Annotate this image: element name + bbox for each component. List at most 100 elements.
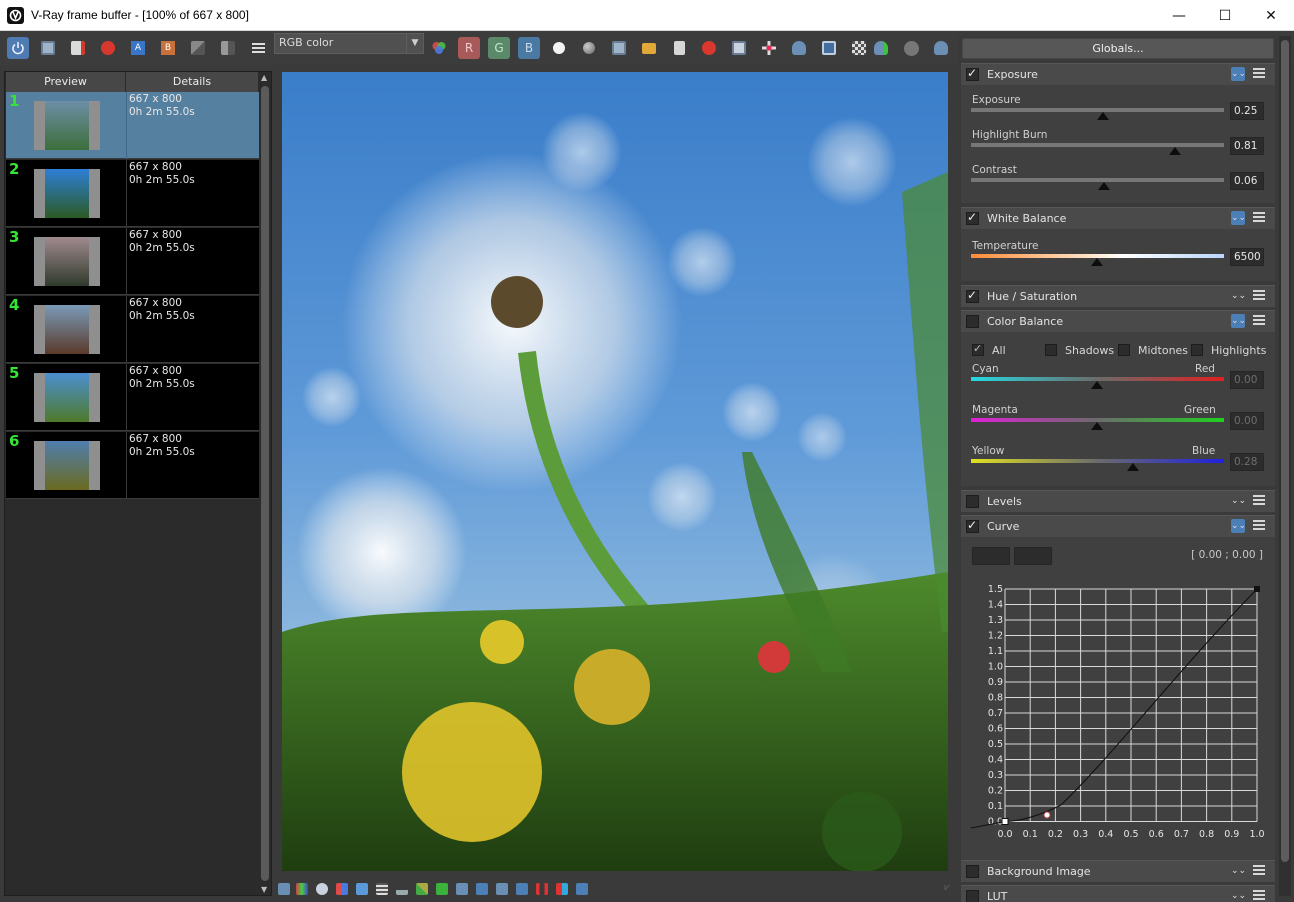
levels-icon[interactable]	[376, 883, 388, 895]
channel-dropdown[interactable]: RGB color ▼	[274, 33, 424, 54]
frame-icon[interactable]	[456, 883, 468, 895]
info-icon[interactable]	[316, 883, 328, 895]
pixel-aspect-icon[interactable]	[496, 883, 508, 895]
menu-icon[interactable]	[1253, 212, 1265, 224]
menu-icon[interactable]	[1253, 890, 1265, 902]
menu-icon[interactable]	[1253, 68, 1265, 80]
menu-icon[interactable]	[1253, 290, 1265, 302]
history-row[interactable]: 5 667 x 800 0h 2m 55.0s	[6, 364, 259, 431]
clear-channel-button[interactable]	[698, 37, 720, 59]
exposure-section-header[interactable]: Exposure ⌄⌄	[961, 63, 1275, 85]
render-button[interactable]	[870, 37, 892, 59]
menu-icon[interactable]	[1253, 520, 1265, 532]
column-details[interactable]: Details	[126, 72, 259, 92]
curve-point-end[interactable]	[1254, 586, 1260, 592]
view-alpha-button[interactable]	[548, 37, 570, 59]
test-resolution-button[interactable]	[848, 37, 870, 59]
hue-saturation-section-header[interactable]: Hue / Saturation ⌄⌄	[961, 285, 1275, 307]
history-row[interactable]: 3 667 x 800 0h 2m 55.0s	[6, 228, 259, 295]
expand-icon[interactable]: ⌄⌄	[1231, 289, 1246, 303]
expand-icon[interactable]: ⌄⌄	[1231, 864, 1246, 878]
lut-icon[interactable]	[336, 883, 348, 895]
compare-vertical-button[interactable]	[217, 37, 239, 59]
red-channel-button[interactable]: R	[458, 37, 480, 59]
expand-icon[interactable]: ⌄⌄	[1231, 889, 1246, 902]
region-render-button[interactable]	[788, 37, 810, 59]
history-row[interactable]: 1 667 x 800 0h 2m 55.0s	[6, 92, 259, 159]
temperature-value-field[interactable]: 6500	[1230, 248, 1264, 266]
contrast-value-field[interactable]: 0.06	[1230, 172, 1264, 190]
panel-scrollbar[interactable]	[1279, 36, 1291, 896]
color-balance-enable-checkbox[interactable]	[966, 315, 979, 328]
save-image-button[interactable]	[37, 37, 59, 59]
monochrome-button[interactable]	[578, 37, 600, 59]
yellow-blue-slider[interactable]	[971, 459, 1224, 463]
interactive-render-button[interactable]	[7, 37, 29, 59]
compare-a-button[interactable]: A	[127, 37, 149, 59]
shadows-checkbox[interactable]	[1045, 344, 1057, 356]
history-scrollbar[interactable]: ▲ ▼	[259, 72, 271, 895]
white-balance-enable-checkbox[interactable]	[966, 210, 979, 225]
lut-section-header[interactable]: LUT ⌄⌄	[961, 885, 1275, 902]
compare-icon[interactable]	[556, 883, 568, 895]
collapse-icon[interactable]: ⌄⌄	[1231, 211, 1246, 225]
curve-point-start[interactable]	[1001, 818, 1009, 825]
history-row[interactable]: 4 667 x 800 0h 2m 55.0s	[6, 296, 259, 363]
midtones-checkbox[interactable]	[1118, 344, 1130, 356]
curve-section-header[interactable]: Curve ⌄⌄	[961, 515, 1275, 537]
curve-icon[interactable]	[416, 883, 428, 895]
highlight-burn-value-field[interactable]: 0.81	[1230, 137, 1264, 155]
menu-icon[interactable]	[1253, 865, 1265, 877]
histogram-icon[interactable]	[396, 883, 408, 895]
duplicate-to-vfb-button[interactable]	[668, 37, 690, 59]
all-checkbox[interactable]	[972, 342, 984, 356]
bucket-icon[interactable]	[536, 883, 548, 895]
highlights-checkbox[interactable]	[1191, 344, 1203, 356]
hue-saturation-enable-checkbox[interactable]	[966, 288, 979, 303]
history-row[interactable]: 6 667 x 800 0h 2m 55.0s	[6, 432, 259, 499]
expand-icon[interactable]: ⌄⌄	[1231, 494, 1246, 508]
menu-icon[interactable]	[1253, 315, 1265, 327]
collapse-icon[interactable]: ⌄⌄	[1231, 67, 1246, 81]
render-last-button[interactable]	[930, 37, 952, 59]
highlight-burn-slider[interactable]	[971, 143, 1224, 147]
stamp-icon[interactable]	[476, 883, 488, 895]
curve-load-button[interactable]	[972, 547, 1010, 565]
collapse-icon[interactable]: ⌄⌄	[1231, 314, 1246, 328]
color-balance-section-header[interactable]: Color Balance ⌄⌄	[961, 310, 1275, 332]
compare-horizontal-button[interactable]	[187, 37, 209, 59]
curve-enable-checkbox[interactable]	[966, 518, 979, 533]
background-image-enable-checkbox[interactable]	[966, 865, 979, 878]
white-balance-section-header[interactable]: White Balance ⌄⌄	[961, 207, 1275, 229]
history-menu-button[interactable]	[247, 37, 269, 59]
blue-channel-button[interactable]: B	[518, 37, 540, 59]
green-channel-button[interactable]: G	[488, 37, 510, 59]
follow-mouse-button[interactable]	[758, 37, 780, 59]
load-image-button[interactable]	[67, 37, 89, 59]
levels-section-header[interactable]: Levels ⌄⌄	[961, 490, 1275, 512]
contrast-slider-knob[interactable]	[1098, 182, 1110, 190]
background-image-section-header[interactable]: Background Image ⌄⌄	[961, 860, 1275, 882]
tiles-icon[interactable]	[576, 883, 588, 895]
history-row[interactable]: 2 667 x 800 0h 2m 55.0s	[6, 160, 259, 227]
yellow-blue-value-field[interactable]: 0.28	[1230, 453, 1264, 471]
highlight-burn-slider-knob[interactable]	[1169, 147, 1181, 155]
magenta-green-value-field[interactable]: 0.00	[1230, 412, 1264, 430]
lens-effects-button[interactable]	[818, 37, 840, 59]
temperature-slider-knob[interactable]	[1091, 258, 1103, 266]
stereo-icon[interactable]	[516, 883, 528, 895]
curve-graph[interactable]: 1.5 1.4 1.3 1.2 1.1 1.0 0.9 0.8 0.7 0.6 …	[961, 577, 1275, 847]
minimize-button[interactable]: —	[1156, 0, 1202, 31]
stop-render-button[interactable]	[900, 37, 922, 59]
resize-grip-icon[interactable]: ⩗	[944, 882, 950, 893]
exposure-slider-knob[interactable]	[1097, 112, 1109, 120]
color-clamp-icon[interactable]	[296, 883, 308, 895]
history-scroll-thumb[interactable]	[261, 86, 269, 881]
clear-image-button[interactable]	[97, 37, 119, 59]
color-channels-button[interactable]	[428, 37, 450, 59]
panel-scroll-thumb[interactable]	[1281, 40, 1289, 862]
exposure-enable-checkbox[interactable]	[966, 66, 979, 81]
cyan-red-value-field[interactable]: 0.00	[1230, 371, 1264, 389]
column-preview[interactable]: Preview	[6, 72, 126, 92]
yellow-blue-slider-knob[interactable]	[1127, 463, 1139, 471]
